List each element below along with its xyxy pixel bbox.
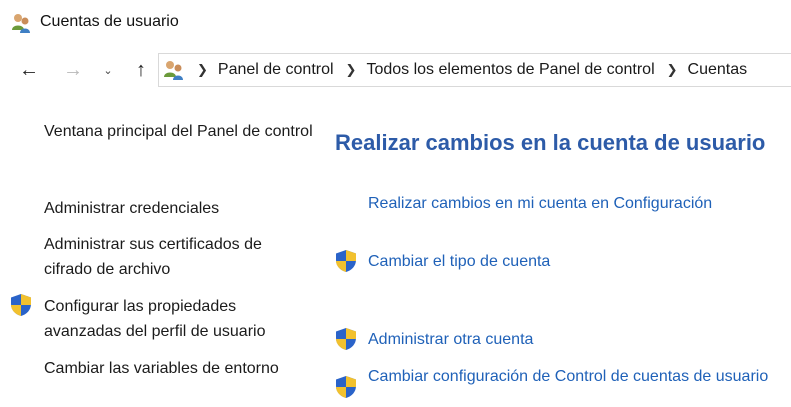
breadcrumb-separator-icon: ❯ <box>197 62 208 77</box>
back-arrow-icon[interactable]: ← <box>16 58 42 82</box>
sidebar-link-panel-principal[interactable]: Ventana principal del Panel de control <box>44 119 314 144</box>
task-link-administrar-otra-cuenta[interactable]: Administrar otra cuenta <box>368 328 533 352</box>
user-accounts-icon <box>12 14 30 33</box>
main-content: Realizar cambios en la cuenta de usuario… <box>320 108 791 407</box>
breadcrumb-separator-icon[interactable]: ❯ <box>667 62 678 78</box>
sidebar: Ventana principal del Panel de control A… <box>0 108 320 407</box>
shield-icon <box>11 294 31 316</box>
breadcrumb-separator-icon[interactable]: ❯ <box>346 62 357 78</box>
shield-icon <box>336 328 356 350</box>
up-arrow-icon[interactable]: ↑ <box>128 58 154 82</box>
window-title: Cuentas de usuario <box>40 13 179 30</box>
recent-locations-chevron-icon[interactable]: ⌄ <box>100 58 116 82</box>
forward-arrow-icon[interactable]: → <box>60 58 86 82</box>
address-bar[interactable]: ❯ Panel de control ❯ Todos los elementos… <box>158 53 791 87</box>
sidebar-link-administrar-credenciales[interactable]: Administrar credenciales <box>44 196 314 221</box>
task-link-cambiar-tipo-cuenta[interactable]: Cambiar el tipo de cuenta <box>368 250 550 274</box>
user-accounts-icon <box>164 61 183 80</box>
task-link-control-cuentas-usuario[interactable]: Cambiar configuración de Control de cuen… <box>368 365 778 389</box>
sidebar-link-variables-entorno[interactable]: Cambiar las variables de entorno <box>44 356 314 381</box>
breadcrumb-panel-de-control[interactable]: Panel de control <box>218 61 334 79</box>
task-link-cambios-configuracion[interactable]: Realizar cambios en mi cuenta en Configu… <box>368 192 712 216</box>
breadcrumb-todos-los-elementos[interactable]: Todos los elementos de Panel de control <box>366 61 654 79</box>
sidebar-link-perfil-usuario[interactable]: Configurar las propiedades avanzadas del… <box>44 294 314 344</box>
breadcrumb-cuentas[interactable]: Cuentas <box>688 61 748 79</box>
title-bar: Cuentas de usuario <box>0 0 791 44</box>
page-heading: Realizar cambios en la cuenta de usuario <box>335 130 766 155</box>
sidebar-link-certificados-cifrado[interactable]: Administrar sus certificados de cifrado … <box>44 232 314 282</box>
shield-icon <box>336 376 356 398</box>
navigation-bar: ← → ⌄ ↑ ❯ Panel de control ❯ Todos los e… <box>0 52 791 90</box>
shield-icon <box>336 250 356 272</box>
